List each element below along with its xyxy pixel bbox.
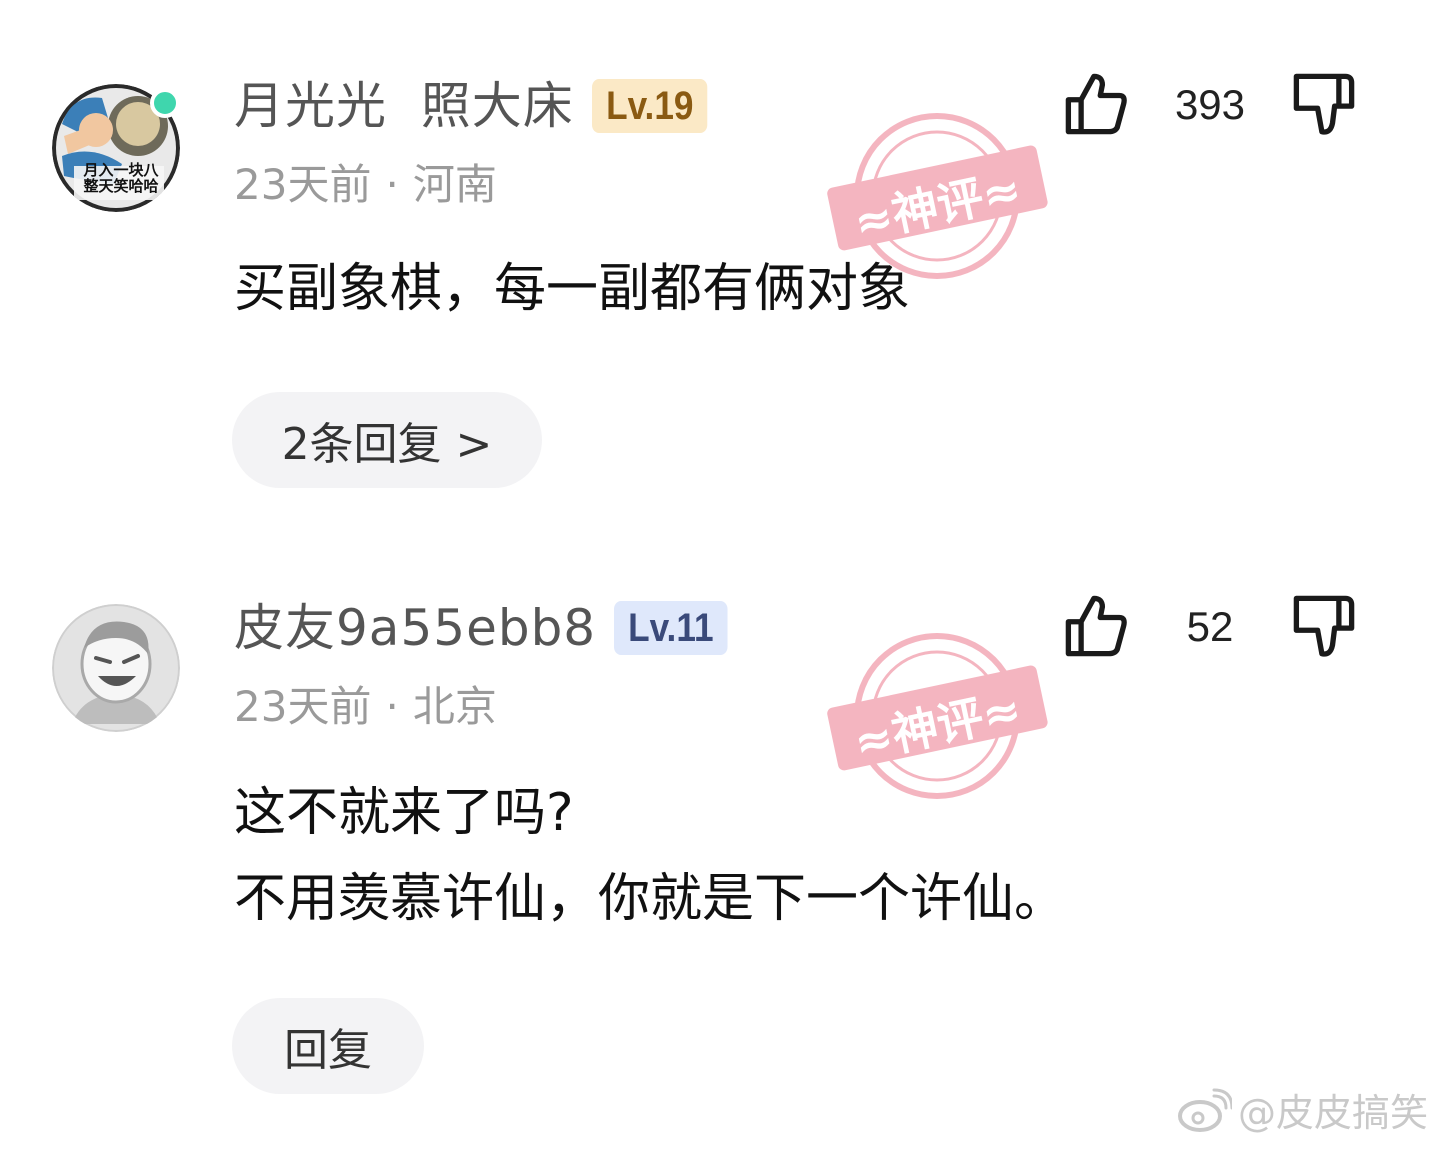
god-comment-stamp: ≈神评≈	[822, 616, 1052, 816]
avatar[interactable]	[52, 604, 180, 732]
like-count: 393	[1174, 81, 1246, 128]
weibo-logo-icon	[1177, 1088, 1232, 1132]
comment-meta: 23天前 · 北京	[234, 682, 497, 732]
thumbs-down-icon[interactable]	[1290, 70, 1358, 138]
timestamp: 23天前	[234, 682, 372, 731]
location: 河南	[412, 160, 497, 209]
like-count: 52	[1186, 603, 1234, 650]
name-row: 月光光 照大床 Lv.19	[234, 76, 723, 136]
username[interactable]: 皮友9a55ebb8	[234, 598, 596, 658]
online-status-dot	[150, 88, 180, 118]
level-badge: Lv.19	[591, 79, 708, 133]
comment-line: 买副象棋，每一副都有俩对象	[234, 259, 911, 319]
watermark-text: @皮皮搞笑	[1237, 1091, 1428, 1135]
reply-button[interactable]: 回复	[232, 998, 424, 1094]
level-badge: Lv.11	[614, 601, 728, 655]
thumbs-up-icon[interactable]	[1062, 592, 1130, 660]
comment-item: 皮友9a55ebb8 Lv.11 23天前 · 北京 这不就来了吗? 不用羡慕许仙，…	[0, 540, 1440, 1140]
comment-item: 月入一块八 整天笑哈哈 月光光 照大床 Lv.19 23天前 · 河南 买副象棋，每…	[0, 0, 1440, 540]
comment-line: 不用羡慕许仙，你就是下一个许仙。	[234, 869, 1067, 929]
thumbs-down-icon[interactable]	[1290, 592, 1358, 660]
comment-meta: 23天前 · 河南	[234, 160, 497, 210]
location: 北京	[412, 682, 497, 731]
username[interactable]: 月光光 照大床	[234, 76, 574, 136]
view-replies-button[interactable]: 2条回复 >	[232, 392, 542, 488]
thumbs-up-icon[interactable]	[1062, 70, 1130, 138]
comment-text: 买副象棋，每一副都有俩对象	[234, 246, 910, 332]
watermark: @皮皮搞笑	[1176, 1082, 1428, 1137]
separator-dot: ·	[385, 160, 399, 209]
god-comment-stamp: ≈神评≈	[822, 96, 1052, 296]
avatar-caption: 月入一块八 整天笑哈哈	[83, 161, 159, 195]
separator-dot: ·	[385, 682, 399, 731]
name-row: 皮友9a55ebb8 Lv.11	[234, 598, 743, 658]
timestamp: 23天前	[234, 160, 372, 209]
